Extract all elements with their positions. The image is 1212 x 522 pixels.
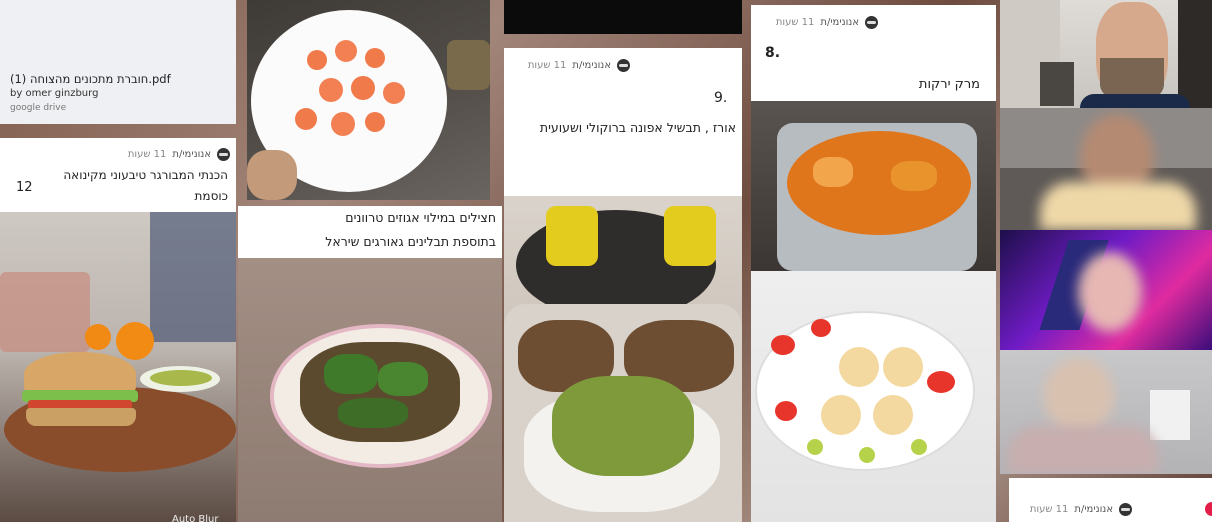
anonymous-user-icon [1119, 503, 1132, 516]
strawberry-plate-photo [247, 0, 490, 200]
anonymous-user-icon [217, 148, 230, 161]
post-meta: אנונימי/ת 11 שעות [776, 16, 878, 29]
pdf-author: by omer ginzburg [10, 88, 99, 99]
post-number: 12 [16, 180, 33, 195]
post-time: 11 שעות [527, 60, 567, 71]
video-tile-participant-4 [1000, 350, 1212, 474]
red-indicator-icon [1205, 502, 1212, 516]
fruit-plate-photo [751, 271, 996, 522]
post-meta: אנונימי/ת 11 שעות [128, 148, 230, 161]
post-card-eggplant-caption[interactable]: חצילים במילוי אגוזים טרוונים בתוספת תבלי… [238, 206, 502, 258]
rice-dish-photo [504, 196, 742, 522]
post-text: הכנתי המבורגר טיבעוני מקינואה כוסמת [63, 168, 228, 203]
post-card-12[interactable]: אנונימי/ת 11 שעות הכנתי המבורגר טיבעוני … [0, 138, 236, 212]
post-caption-line2: בתוספת תבלינים גאורגים שיראל [325, 234, 496, 249]
video-tile-presenter [1000, 0, 1212, 108]
auto-blur-label: Auto Blur [172, 514, 219, 522]
dark-panel [504, 0, 742, 34]
pdf-title[interactable]: (1) חוברת מתכונים מהצוחה.pdf [10, 72, 171, 86]
post-meta: אנונימי/ת 11 שעות [528, 59, 630, 72]
post-author: אנונימי/ת [820, 17, 859, 28]
post-author: אנונימי/ת [572, 60, 611, 71]
stuffed-eggplant-photo [238, 258, 502, 522]
soup-pot-photo [751, 101, 996, 271]
post-author: אנונימי/ת [172, 149, 211, 160]
video-tile-participant-3 [1000, 230, 1212, 350]
post-text: אורז , תבשיל אפונה ברוקולי ושעועית [539, 120, 736, 135]
post-time: 11 שעות [775, 17, 815, 28]
pdf-source: google drive [10, 103, 67, 113]
post-time: 11 שעות [127, 149, 167, 160]
post-text: מרק ירקות [918, 77, 980, 92]
post-author: אנונימי/ת [1074, 504, 1113, 515]
post-time: 11 שעות [1029, 504, 1069, 515]
burger-photo: Auto Blur [0, 212, 236, 522]
post-card-9[interactable]: אנונימי/ת 11 שעות 9. אורז , תבשיל אפונה … [504, 48, 742, 196]
post-card-8[interactable]: אנונימי/ת 11 שעות 8. מרק ירקות [751, 5, 996, 101]
pdf-attachment-card[interactable]: (1) חוברת מתכונים מהצוחה.pdf by omer gin… [0, 0, 236, 124]
anonymous-user-icon [617, 59, 630, 72]
post-number: 9. [714, 90, 728, 106]
post-card-bottom[interactable]: אנונימי/ת 11 שעות [1009, 478, 1212, 522]
video-tile-participant-2 [1000, 108, 1212, 230]
anonymous-user-icon [865, 16, 878, 29]
post-caption-line1: חצילים במילוי אגוזים טרוונים [345, 210, 496, 225]
post-meta: אנונימי/ת 11 שעות [1030, 503, 1132, 516]
post-number: 8. [765, 45, 781, 61]
